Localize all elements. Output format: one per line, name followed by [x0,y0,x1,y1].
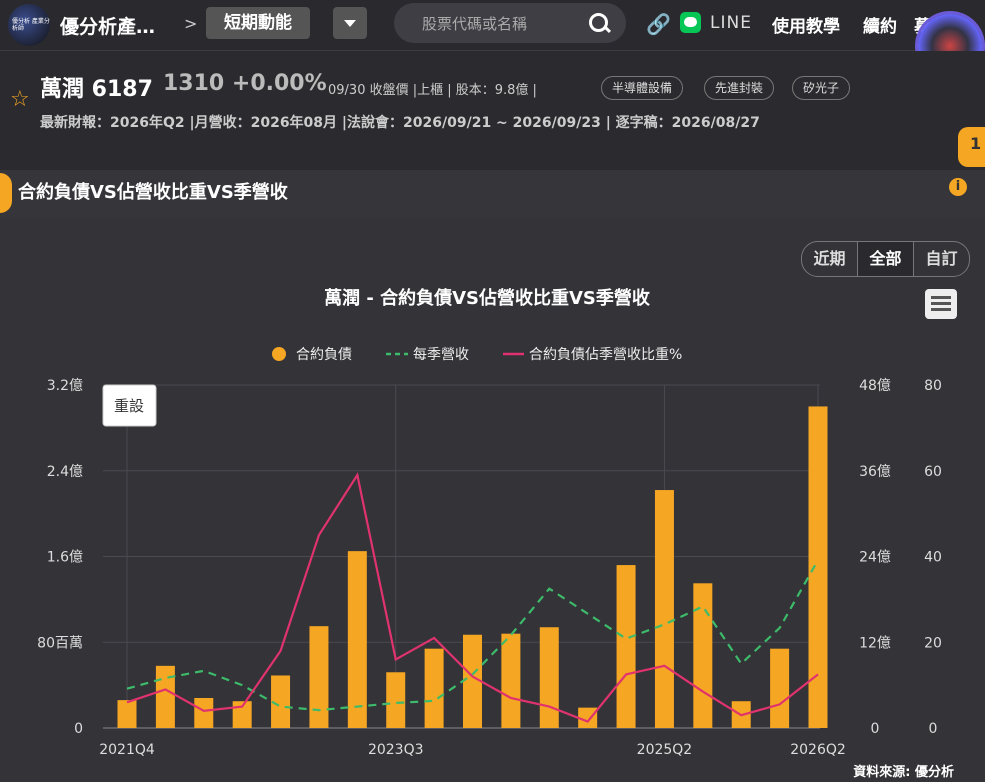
y-left-tick: 1.6億 [47,550,83,566]
contract-liability-bar[interactable] [386,672,406,728]
y-left-tick: 80百萬 [37,635,83,651]
y-right-inner-tick: 40 [924,550,942,566]
contract-liability-bar[interactable] [309,626,329,728]
contract-liability-bar[interactable] [693,583,713,728]
y-right-inner-tick: 0 [929,721,938,737]
legend-contract-liability: 合約負債 [296,347,352,363]
chart-title: 萬潤 - 合約負債VS佔營收比重VS季營收 [324,287,650,309]
y-left-tick: 2.4億 [47,464,83,480]
y-left-tick: 0 [74,721,83,737]
y-right-inner-tick: 80 [924,378,942,394]
contract-liability-bar[interactable] [501,633,521,728]
chart-svg: 萬潤 - 合約負債VS佔營收比重VS季營收 合約負債 每季營收 合約負債佔季營收比重… [37,287,954,780]
contract-liability-bar[interactable] [424,648,444,728]
contract-liability-bar[interactable] [194,697,214,728]
legend-bar-marker [272,347,286,361]
y-right-outer-tick: 48億 [859,378,891,394]
y-right-outer-tick: 24億 [859,550,891,566]
bar-series[interactable] [117,406,828,728]
contract-liability-bar[interactable] [347,551,367,728]
y-right-inner-tick: 20 [924,635,942,651]
y-right-outer-tick: 12億 [859,635,891,651]
x-tick-label: 2021Q4 [99,742,155,758]
y-right-outer-tick: 36億 [859,464,891,480]
x-tick-label: 2023Q3 [368,742,424,758]
chart-grid [103,384,820,729]
y-right-outer-tick: 0 [871,721,880,737]
contract-liability-bar[interactable] [155,665,175,728]
contract-liability-bar[interactable] [539,627,559,728]
legend-quarterly-revenue: 每季營收 [413,347,469,363]
contract-liability-bar[interactable] [616,565,636,728]
reset-label: 重設 [114,397,144,415]
legend-liability-ratio: 合約負債佔季營收比重% [529,347,682,363]
chart-legend: 合約負債 每季營收 合約負債佔季營收比重% [272,347,682,363]
x-tick-label: 2026Q2 [790,742,846,758]
data-source: 資料來源: 優分析 [853,764,954,780]
contract-liability-bar[interactable] [654,490,674,728]
y-left-tick: 3.2億 [47,378,83,394]
reset-zoom-button[interactable]: 重設 [102,384,157,427]
contract-liability-bar[interactable] [117,700,137,728]
x-tick-label: 2025Q2 [637,742,693,758]
contract-liability-bar[interactable] [770,648,790,728]
y-right-inner-tick: 60 [924,464,942,480]
